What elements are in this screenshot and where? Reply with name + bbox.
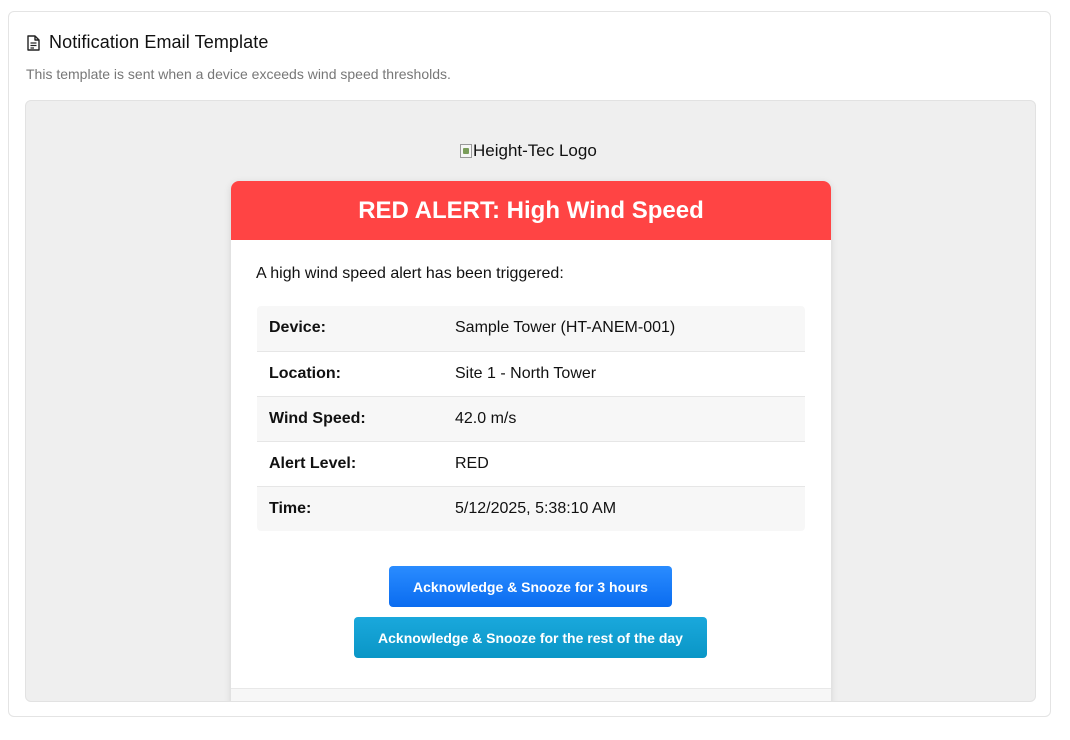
card-header: Notification Email Template <box>26 32 268 53</box>
alert-banner-title: RED ALERT: High Wind Speed <box>358 196 704 224</box>
document-icon <box>26 34 40 51</box>
email-footer <box>231 689 831 701</box>
detail-value: Sample Tower (HT-ANEM-001) <box>455 319 676 337</box>
alert-details-table: Device: Sample Tower (HT-ANEM-001) Locat… <box>257 306 805 531</box>
email-body: RED ALERT: High Wind Speed A high wind s… <box>231 181 831 701</box>
table-row: Location: Site 1 - North Tower <box>257 350 805 396</box>
detail-label: Alert Level: <box>257 440 435 486</box>
detail-label: Time: <box>257 485 435 531</box>
detail-value: 5/12/2025, 5:38:10 AM <box>435 485 805 531</box>
card-subtitle: This template is sent when a device exce… <box>26 66 451 82</box>
table-row: Time: 5/12/2025, 5:38:10 AM <box>257 485 805 531</box>
email-preview: Height-Tec Logo RED ALERT: High Wind Spe… <box>25 100 1036 702</box>
table-row: Device: Sample Tower (HT-ANEM-001) <box>257 306 805 351</box>
logo-alt-text: Height-Tec Logo <box>473 141 597 160</box>
detail-value: 42.0 m/s <box>435 395 805 441</box>
snooze-3-hours-button[interactable]: Acknowledge & Snooze for 3 hours <box>389 566 672 607</box>
broken-image-icon <box>460 144 472 158</box>
notification-template-card: Notification Email Template This templat… <box>8 11 1051 717</box>
detail-label: Location: <box>257 350 435 396</box>
detail-value: Site 1 - North Tower <box>435 350 805 396</box>
card-title: Notification Email Template <box>49 32 269 52</box>
detail-value: RED <box>435 440 805 486</box>
table-row: Alert Level: RED <box>257 440 805 486</box>
alert-banner: RED ALERT: High Wind Speed <box>231 181 831 240</box>
logo-image: Height-Tec Logo <box>460 141 597 161</box>
detail-label: Wind Speed: <box>257 395 435 441</box>
detail-label: Device: <box>269 319 326 337</box>
table-row: Wind Speed: 42.0 m/s <box>257 395 805 441</box>
snooze-rest-of-day-button[interactable]: Acknowledge & Snooze for the rest of the… <box>354 617 707 658</box>
email-intro: A high wind speed alert has been trigger… <box>256 265 564 282</box>
